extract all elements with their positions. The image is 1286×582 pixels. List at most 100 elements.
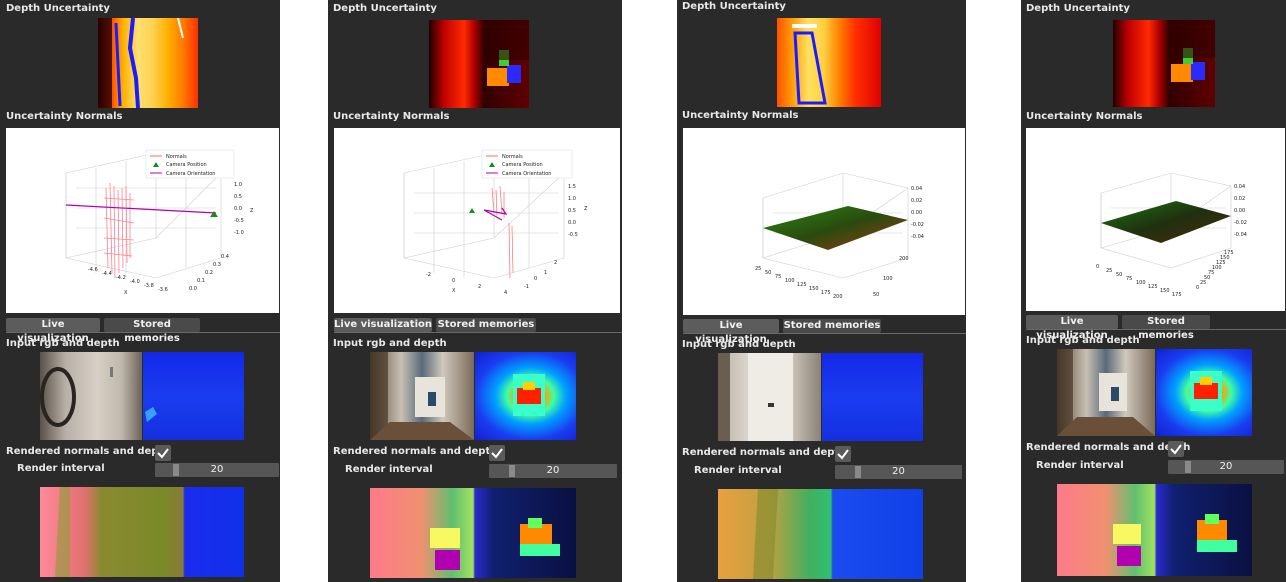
svg-text:100: 100 [785, 278, 795, 284]
rendered-normals-checkbox[interactable] [1168, 441, 1184, 457]
svg-text:-0.02: -0.02 [911, 222, 924, 228]
svg-text:X: X [124, 290, 128, 296]
tab-divider [1026, 329, 1286, 330]
render-interval-value: 20 [210, 464, 224, 475]
svg-text:1.0: 1.0 [568, 196, 576, 202]
svg-text:0.0: 0.0 [568, 220, 576, 226]
svg-text:100: 100 [1136, 280, 1146, 286]
input-depth-image [475, 352, 576, 440]
depth-uncertainty-image [98, 18, 198, 108]
rendered-normals-checkbox[interactable] [155, 445, 171, 461]
svg-text:4: 4 [504, 290, 507, 296]
svg-text:-1.0: -1.0 [234, 230, 244, 236]
checkmark-icon [1170, 444, 1182, 455]
render-interval-slider[interactable]: 20 [835, 465, 962, 479]
svg-text:-0.5: -0.5 [568, 232, 578, 238]
uncertainty-normals-label: Uncertainty Normals [333, 111, 450, 122]
uncertainty-normals-plot: 0.04 0.02 0.00 -0.02 -0.04 0 25 50 75 10… [1026, 128, 1285, 311]
uncertainty-normals-label: Uncertainty Normals [6, 111, 123, 122]
svg-text:-0.02: -0.02 [1234, 220, 1247, 226]
tab-live-visualization[interactable]: Live visualization [683, 319, 779, 345]
viewer-panel-4: Depth Uncertainty Uncertainty Normals 0.… [1021, 0, 1286, 582]
input-depth-image [822, 353, 923, 441]
svg-text:-2: -2 [426, 272, 431, 278]
svg-text:200: 200 [899, 256, 909, 262]
depth-uncertainty-label: Depth Uncertainty [682, 1, 786, 12]
render-interval-value: 20 [1219, 461, 1233, 472]
svg-text:25: 25 [1200, 280, 1206, 286]
svg-text:Z: Z [584, 206, 588, 212]
svg-text:0.04: 0.04 [911, 186, 922, 192]
svg-text:75: 75 [1126, 276, 1132, 282]
svg-text:0.4: 0.4 [221, 254, 229, 260]
render-interval-value: 20 [892, 466, 905, 477]
tab-stored-memories[interactable]: Stored memories [783, 319, 881, 333]
tab-live-visualization[interactable]: Live visualization [1026, 315, 1118, 341]
tab-divider [6, 332, 280, 333]
svg-text:0.00: 0.00 [911, 210, 922, 216]
svg-text:0.5: 0.5 [234, 194, 242, 200]
uncertainty-normals-plot: Normals Camera Position Camera Orientati… [334, 128, 620, 313]
svg-text:200: 200 [833, 294, 843, 300]
viewer-panel-1: Depth Uncertainty Uncertainty Normals No… [0, 0, 280, 582]
svg-text:-3.6: -3.6 [158, 287, 168, 293]
tab-live-visualization[interactable]: Live visualization [6, 318, 100, 344]
render-interval-slider[interactable]: 20 [155, 463, 279, 477]
input-depth-image [143, 352, 244, 440]
depth-uncertainty-label: Depth Uncertainty [6, 3, 110, 14]
svg-text:-3.8: -3.8 [144, 283, 154, 289]
depth-uncertainty-image [777, 18, 881, 107]
svg-text:X: X [452, 288, 456, 294]
depth-uncertainty-image [429, 20, 529, 108]
svg-text:150: 150 [809, 286, 819, 292]
rendered-normals-depth-image [718, 489, 923, 579]
svg-text:0: 0 [452, 278, 455, 284]
svg-text:75: 75 [775, 274, 781, 280]
svg-text:25: 25 [1106, 268, 1112, 274]
rendered-normals-checkbox[interactable] [489, 445, 505, 461]
tab-live-visualization[interactable]: Live visualization [334, 318, 432, 332]
svg-text:100: 100 [883, 276, 893, 282]
svg-text:0.2: 0.2 [205, 270, 213, 276]
checkmark-icon [157, 448, 169, 459]
svg-text:125: 125 [1148, 284, 1158, 290]
svg-text:50: 50 [1116, 272, 1122, 278]
uncertainty-normals-label: Uncertainty Normals [682, 110, 799, 121]
rendered-normals-depth-image [40, 487, 244, 577]
svg-text:Z: Z [250, 208, 254, 214]
tab-stored-memories[interactable]: Stored memories [436, 318, 536, 332]
svg-text:-4.2: -4.2 [116, 275, 126, 281]
svg-text:2: 2 [554, 260, 557, 266]
svg-text:0.3: 0.3 [213, 262, 221, 268]
tab-stored-memories[interactable]: Stored memories [1122, 315, 1210, 341]
tab-stored-memories[interactable]: Stored memories [104, 318, 200, 344]
input-rgb-depth-label: Input rgb and depth [682, 339, 796, 350]
viewer-panel-3: Depth Uncertainty Uncertainty Normals 0.… [677, 0, 966, 582]
depth-uncertainty-label: Depth Uncertainty [1026, 3, 1130, 14]
svg-text:-0.5: -0.5 [234, 218, 244, 224]
svg-text:0.0: 0.0 [189, 286, 197, 292]
uncertainty-normals-label: Uncertainty Normals [1026, 111, 1143, 122]
svg-text:175: 175 [821, 290, 831, 296]
tab-divider [683, 333, 966, 334]
svg-text:-4.0: -4.0 [130, 279, 140, 285]
render-interval-value: 20 [546, 465, 560, 476]
render-interval-label: Render interval [694, 465, 782, 476]
svg-text:0.02: 0.02 [911, 198, 922, 204]
render-interval-slider[interactable]: 20 [489, 464, 617, 478]
depth-uncertainty-label: Depth Uncertainty [333, 3, 437, 14]
input-rgb-image [370, 352, 474, 440]
tab-divider [334, 332, 622, 333]
svg-text:Camera Position: Camera Position [502, 162, 543, 168]
checkmark-icon [837, 449, 849, 460]
rendered-normals-depth-label: Rendered normals and depth [1026, 442, 1191, 453]
svg-text:-4.4: -4.4 [102, 271, 112, 277]
rendered-normals-checkbox[interactable] [835, 446, 851, 462]
svg-text:2: 2 [478, 284, 481, 290]
svg-text:0.0: 0.0 [234, 206, 242, 212]
rendered-normals-depth-image [370, 488, 576, 578]
rendered-normals-depth-label: Rendered normals and depth [333, 446, 498, 457]
svg-text:0.02: 0.02 [1234, 196, 1245, 202]
render-interval-slider[interactable]: 20 [1168, 460, 1284, 474]
svg-text:Camera Orientation: Camera Orientation [502, 171, 551, 177]
